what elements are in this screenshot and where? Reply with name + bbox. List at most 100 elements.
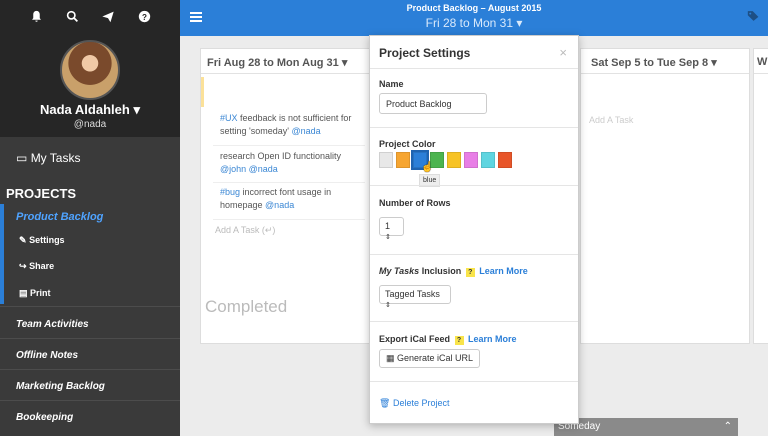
user-name[interactable]: Nada Aldahleh ▾: [0, 102, 180, 118]
divider: [370, 321, 578, 322]
generate-ical-button[interactable]: ▦ Generate iCal URL: [379, 349, 481, 368]
task-mention[interactable]: @john @nada: [220, 164, 278, 174]
task-item[interactable]: #UX feedback is not sufficient for setti…: [220, 112, 365, 138]
wrench-icon: ✎: [19, 235, 27, 245]
help-icon[interactable]: ?: [454, 336, 464, 345]
task-text: feedback is not sufficient for setting '…: [220, 113, 352, 136]
completed-heading: Completed: [205, 297, 288, 316]
sidebar-user-panel: ? Nada Aldahleh ▾ @nada: [0, 0, 180, 137]
page-title: Product Backlog – August 2015: [406, 3, 542, 13]
sidebar-item-print[interactable]: ▤ Print: [0, 288, 180, 299]
sidebar-item-offline-notes[interactable]: Offline Notes: [0, 350, 180, 361]
column-header[interactable]: Fri Aug 28 to Mon Aug 31 ▾: [207, 56, 347, 69]
bell-icon[interactable]: [28, 8, 44, 24]
sidebar-item-share[interactable]: ↪ Share: [0, 261, 180, 272]
pointer-cursor-icon: ☝: [421, 162, 434, 173]
help-icon[interactable]: ?: [465, 268, 475, 277]
divider: [0, 306, 180, 307]
learn-more-link[interactable]: Learn More: [468, 334, 517, 344]
task-mention[interactable]: @nada: [265, 200, 294, 210]
task-text: research Open ID functionality: [220, 151, 342, 161]
column-header[interactable]: Sat Sep 5 to Tue Sep 8 ▾: [591, 56, 717, 69]
divider: [201, 73, 371, 74]
delete-project-link[interactable]: 🗑 Delete Project: [379, 398, 449, 409]
inclusion-label: My Tasks Inclusion ? Learn More: [379, 266, 528, 277]
divider: [213, 182, 365, 183]
color-swatch[interactable]: [396, 152, 410, 168]
add-task-input[interactable]: Add A Task: [589, 115, 633, 125]
day-column: W: [753, 48, 768, 344]
svg-text:?: ?: [142, 12, 147, 21]
projects-heading: PROJECTS: [6, 186, 77, 201]
help-icon[interactable]: ?: [136, 8, 152, 24]
divider: [370, 185, 578, 186]
divider: [581, 73, 749, 74]
divider: [754, 73, 768, 74]
color-swatch[interactable]: [498, 152, 512, 168]
inclusion-select[interactable]: Tagged Tasks ⇕: [379, 285, 451, 309]
task-tag[interactable]: #bug: [220, 187, 240, 197]
add-task-input[interactable]: Add A Task (↵): [215, 225, 275, 236]
rows-label: Number of Rows: [379, 198, 451, 208]
tags-icon[interactable]: [747, 10, 760, 25]
user-handle: @nada: [73, 119, 107, 130]
print-icon: ▤: [19, 288, 28, 298]
search-icon[interactable]: [64, 8, 80, 24]
export-label: Export iCal Feed ? Learn More: [379, 334, 517, 345]
divider: [0, 400, 180, 401]
day-column: Fri Aug 28 to Mon Aug 31 ▾ #UX feedback …: [200, 48, 372, 344]
calendar-icon: ▦: [386, 353, 395, 363]
color-swatches: [379, 150, 512, 170]
top-header: Product Backlog – August 2015 Fri 28 to …: [180, 0, 768, 36]
caret-down-icon: ▾: [341, 57, 348, 69]
color-swatch[interactable]: [379, 152, 393, 168]
task-tag[interactable]: #UX: [220, 113, 238, 123]
project-name-input[interactable]: [379, 93, 487, 114]
column-header[interactable]: W: [757, 56, 767, 68]
caret-down-icon: ▾: [711, 57, 717, 69]
divider: [370, 381, 578, 382]
someday-panel-toggle[interactable]: Someday ⌃: [554, 418, 738, 436]
task-mention[interactable]: @nada: [291, 126, 320, 136]
close-icon[interactable]: ×: [559, 45, 567, 60]
sidebar-item-marketing-backlog[interactable]: Marketing Backlog: [0, 381, 180, 392]
caret-down-icon: ▾: [516, 16, 523, 30]
divider: [370, 68, 578, 69]
updown-icon: ⇕: [385, 234, 391, 241]
sidebar-item-product-backlog[interactable]: Product Backlog: [0, 211, 180, 223]
avatar[interactable]: [60, 40, 120, 100]
task-item[interactable]: research Open ID functionality @john @na…: [220, 150, 365, 176]
divider: [370, 254, 578, 255]
sidebar-item-settings[interactable]: ✎ Settings: [0, 235, 180, 246]
task-item[interactable]: #bug incorrect font usage in homepage @n…: [220, 186, 365, 212]
share-icon: ↪: [19, 261, 27, 271]
divider: [0, 369, 180, 370]
project-color-label: Project Color: [379, 139, 436, 149]
project-settings-dialog: Project Settings × Name Project Color ☝ …: [369, 35, 579, 424]
today-indicator: [201, 77, 204, 107]
divider: [213, 219, 365, 220]
sidebar-item-team-activities[interactable]: Team Activities: [0, 319, 180, 330]
divider: [213, 145, 365, 146]
learn-more-link[interactable]: Learn More: [479, 266, 528, 276]
trash-icon: 🗑: [379, 398, 391, 408]
color-swatch[interactable]: [464, 152, 478, 168]
inbox-icon: ▭: [16, 151, 28, 165]
sidebar-toolbar: ?: [0, 0, 180, 26]
date-range-selector[interactable]: Fri 28 to Mon 31 ▾: [180, 16, 768, 30]
name-label: Name: [379, 79, 404, 89]
send-icon[interactable]: [100, 8, 116, 24]
rows-select[interactable]: 1 ⇕: [379, 217, 404, 241]
divider: [0, 338, 180, 339]
dialog-title: Project Settings: [379, 46, 471, 60]
day-column: Sat Sep 5 to Tue Sep 8 ▾ Add A Task: [580, 48, 750, 344]
updown-icon: ⇕: [385, 302, 391, 309]
color-swatch[interactable]: [447, 152, 461, 168]
sidebar-item-bookeeping[interactable]: Bookeeping: [0, 412, 180, 423]
caret-down-icon: ▾: [133, 102, 140, 117]
chevron-up-icon: ⌃: [723, 421, 732, 432]
divider: [370, 127, 578, 128]
sidebar: ? Nada Aldahleh ▾ @nada ▭ My Tasks PROJE…: [0, 0, 180, 436]
color-swatch[interactable]: [481, 152, 495, 168]
sidebar-item-my-tasks[interactable]: ▭ My Tasks: [0, 151, 180, 165]
